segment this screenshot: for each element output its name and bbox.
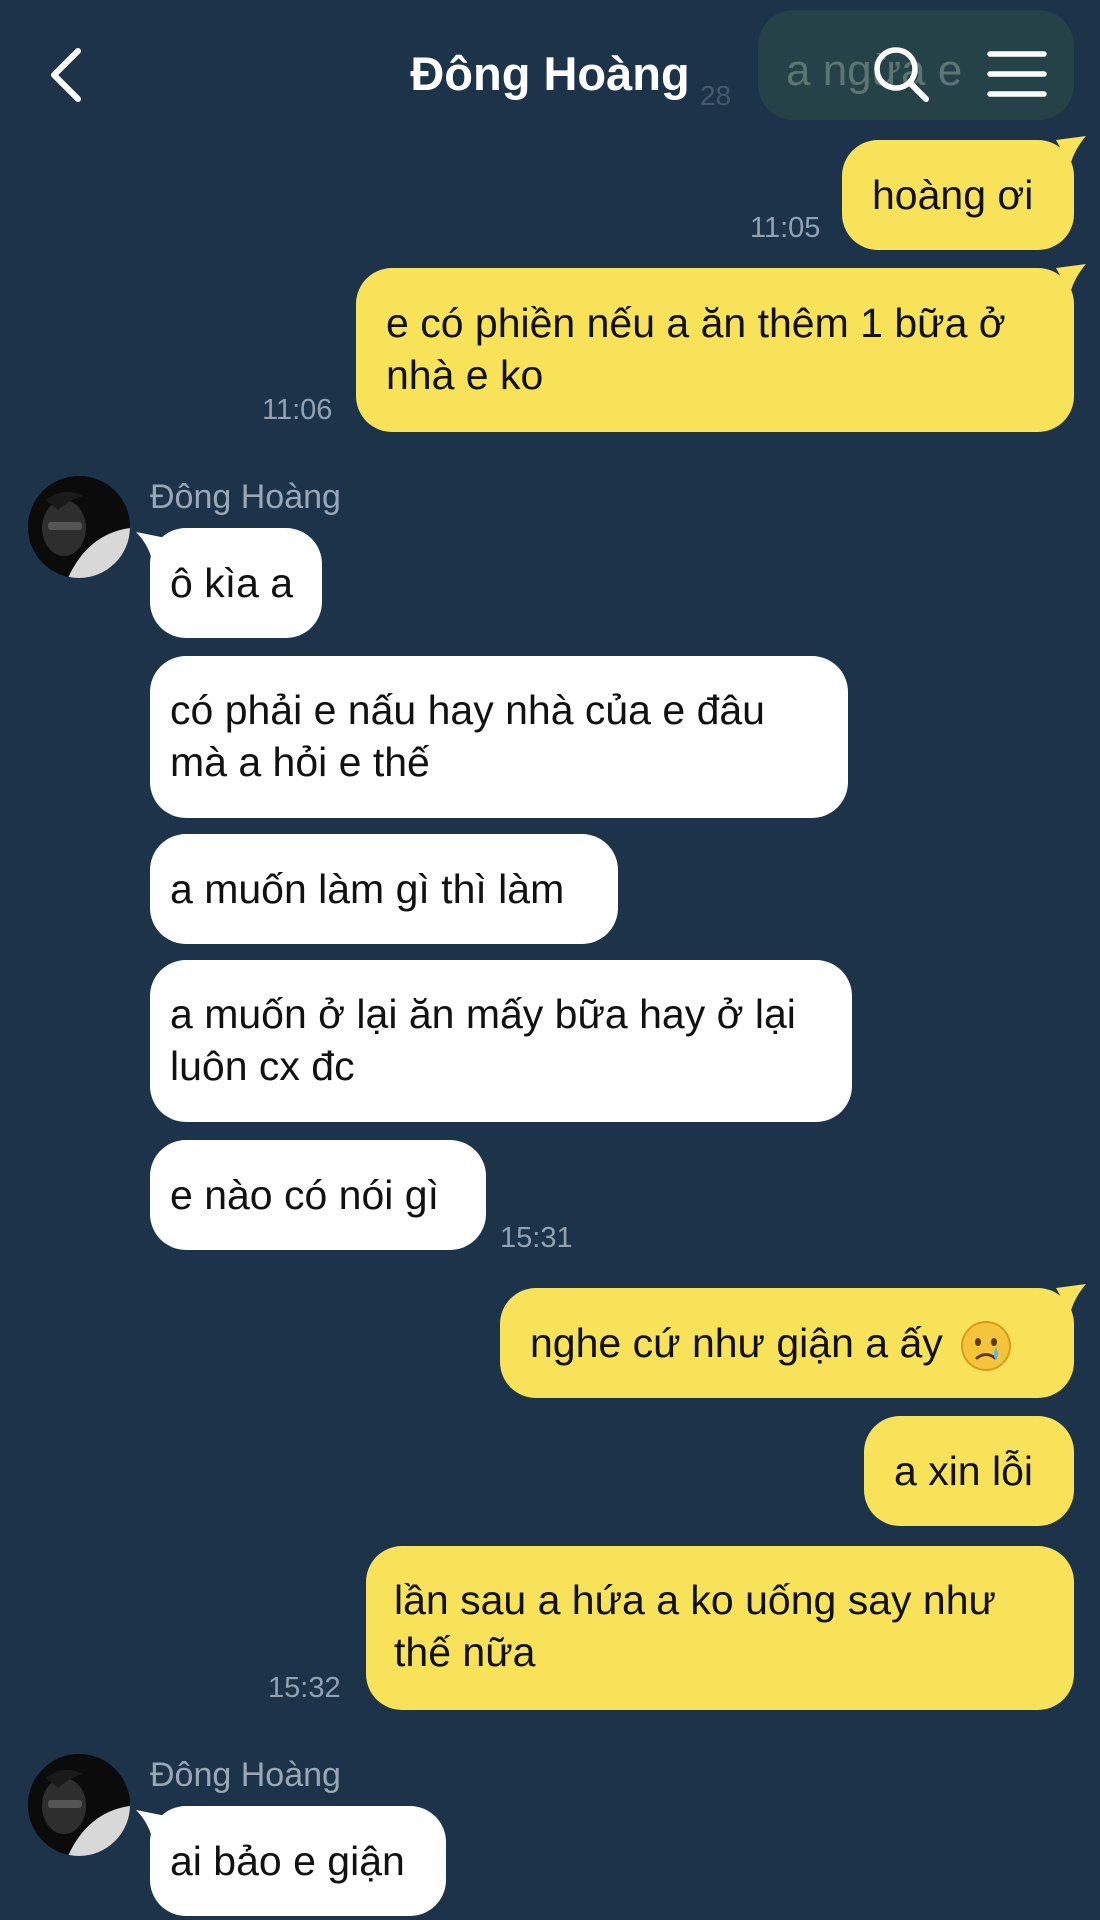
incoming-message[interactable]: ai bảo e giận bbox=[136, 1806, 446, 1916]
message-time: 15:32 bbox=[268, 1672, 341, 1704]
message-line: nhà e ko bbox=[386, 352, 544, 398]
incoming-message[interactable]: a muốn làm gì thì làm bbox=[150, 834, 618, 944]
message-text: a muốn làm gì thì làm bbox=[170, 866, 565, 912]
incoming-message[interactable]: e nào có nói gì bbox=[150, 1140, 486, 1250]
contact-avatar[interactable] bbox=[28, 476, 130, 578]
outgoing-message[interactable]: e có phiền nếu a ăn thêm 1 bữa ở nhà e k… bbox=[356, 264, 1086, 432]
sender-name: Đông Hoàng bbox=[150, 478, 341, 516]
message-text: nghe cứ như giận a ấy bbox=[530, 1320, 943, 1366]
bubble-tail bbox=[1056, 136, 1086, 166]
bubble-tail bbox=[1056, 1284, 1086, 1314]
message-text: hoàng ơi bbox=[872, 172, 1034, 218]
chat-screen: a ngừa e 28 Đông Hoàng 11:05 hoàng ơi 11… bbox=[0, 0, 1100, 1920]
chat-title: Đông Hoàng bbox=[410, 47, 690, 100]
message-line: mà a hỏi e thế bbox=[170, 739, 430, 785]
incoming-message[interactable]: có phải e nấu hay nhà của e đâu mà a hỏi… bbox=[150, 656, 848, 818]
bubble-tail bbox=[136, 1810, 166, 1838]
message-line: a muốn ở lại ăn mấy bữa hay ở lại bbox=[170, 991, 796, 1037]
hamburger-menu-icon bbox=[987, 51, 1047, 97]
chat-header: a ngừa e 28 Đông Hoàng bbox=[0, 0, 1100, 140]
outgoing-message[interactable]: hoàng ơi bbox=[842, 136, 1086, 250]
message-line: có phải e nấu hay nhà của e đâu bbox=[170, 687, 765, 733]
message-time: 11:06 bbox=[262, 394, 333, 426]
contact-avatar[interactable] bbox=[28, 1754, 130, 1856]
sender-name: Đông Hoàng bbox=[150, 1756, 341, 1794]
search-button[interactable] bbox=[868, 42, 934, 108]
outgoing-message[interactable]: lần sau a hứa a ko uống say như thế nữa bbox=[366, 1546, 1074, 1710]
incoming-message[interactable]: a muốn ở lại ăn mấy bữa hay ở lại luôn c… bbox=[150, 960, 852, 1122]
avatar-photo bbox=[28, 476, 130, 578]
message-time: 11:05 bbox=[750, 212, 821, 244]
incoming-message[interactable]: ô kìa a bbox=[136, 528, 322, 638]
menu-button[interactable] bbox=[984, 46, 1050, 102]
back-button[interactable] bbox=[36, 40, 96, 110]
chevron-left-icon bbox=[51, 48, 81, 102]
message-text: a xin lỗi bbox=[894, 1448, 1034, 1494]
outgoing-message[interactable]: a xin lỗi bbox=[864, 1416, 1074, 1526]
avatar-photo bbox=[28, 1754, 130, 1856]
bubble-tail bbox=[136, 532, 166, 560]
crying-face-emoji bbox=[961, 1321, 1012, 1372]
search-icon bbox=[874, 47, 929, 102]
bubble-tail bbox=[1056, 264, 1086, 294]
message-text: ô kìa a bbox=[170, 560, 294, 606]
message-time: 15:31 bbox=[500, 1222, 573, 1254]
message-text: ai bảo e giận bbox=[170, 1838, 405, 1884]
message-line: luôn cx đc bbox=[170, 1043, 355, 1089]
message-line: e có phiền nếu a ăn thêm 1 bữa ở bbox=[386, 300, 1006, 346]
message-line: thế nữa bbox=[394, 1629, 536, 1675]
outgoing-message[interactable]: nghe cứ như giận a ấy bbox=[500, 1284, 1086, 1398]
message-text: e nào có nói gì bbox=[170, 1172, 439, 1218]
message-line: lần sau a hứa a ko uống say như bbox=[394, 1577, 996, 1623]
